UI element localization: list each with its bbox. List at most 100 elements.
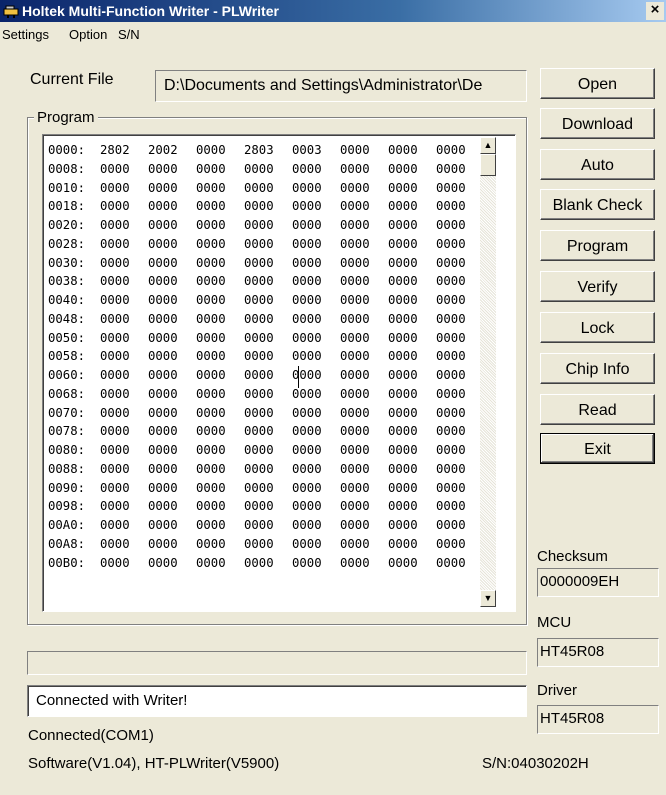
scrollbar-thumb[interactable]	[480, 154, 496, 176]
hex-row[interactable]: 0068: 0000 0000 0000 0000 0000 0000 0000 0000	[48, 385, 484, 404]
hex-word: 0000	[292, 218, 322, 232]
hex-word: 0000	[388, 461, 418, 476]
hex-word: 0000	[244, 424, 274, 439]
program-hex-view[interactable]: 0000: 2802 2002 0000 2803 0003 0000 0000 0000 000…	[42, 134, 516, 612]
verify-button[interactable]: Verify	[540, 271, 655, 302]
hex-word: 0000	[100, 349, 130, 364]
hex-row[interactable]: 0028: 0000 0000 0000 0000 0000 0000 0000 0000	[48, 235, 484, 254]
checksum-label: Checksum	[537, 548, 608, 565]
mcu-label: MCU	[537, 614, 572, 631]
driver-label: Driver	[537, 682, 577, 699]
message-box: Connected with Writer!	[27, 685, 527, 717]
hex-word: 0000	[244, 536, 274, 551]
hex-row[interactable]: 00B0: 0000 0000 0000 0000 0000 0000 0000 0000	[48, 554, 484, 573]
hex-row[interactable]: 0058: 0000 0000 0000 0000 0000 0000 0000 0000	[48, 347, 484, 366]
hex-word: 0000	[340, 143, 370, 157]
hex-word: 0000	[436, 143, 466, 157]
hex-address: 0008:	[48, 161, 86, 176]
lock-button[interactable]: Lock	[540, 312, 655, 343]
mcu-value: HT45R08	[540, 643, 605, 660]
hex-row[interactable]: 0010: 0000 0000 0000 0000 0000 0000 0000 0000	[48, 179, 484, 198]
hex-word: 0000	[436, 236, 466, 251]
read-button[interactable]: Read	[540, 394, 655, 425]
hex-row[interactable]: 0098: 0000 0000 0000 0000 0000 0000 0000 0000	[48, 497, 484, 516]
close-icon: ×	[650, 1, 660, 18]
hex-word: 0000	[244, 180, 274, 195]
hex-word: 0000	[148, 180, 178, 195]
download-button[interactable]: Download	[540, 108, 655, 139]
menu-option[interactable]: Option	[69, 27, 107, 42]
scroll-down-arrow-icon[interactable]: ▼	[480, 590, 496, 607]
blank-check-button[interactable]: Blank Check	[540, 189, 655, 220]
hex-row[interactable]: 0048: 0000 0000 0000 0000 0000 0000 0000 0000	[48, 310, 484, 329]
hex-row[interactable]: 0088: 0000 0000 0000 0000 0000 0000 0000 0000	[48, 460, 484, 479]
hex-row[interactable]: 0060: 0000 0000 0000 0000 0000 0000 0000 0000	[48, 366, 484, 385]
hex-word: 0000	[100, 330, 130, 345]
hex-row[interactable]: 0070: 0000 0000 0000 0000 0000 0000 0000 0000	[48, 404, 484, 423]
hex-word: 0000	[292, 480, 322, 495]
hex-row[interactable]: 0008: 0000 0000 0000 0000 0000 0000 0000 0000	[48, 160, 484, 179]
hex-word: 0000	[292, 293, 322, 307]
current-file-label: Current File	[30, 71, 114, 88]
hex-word: 0000	[244, 405, 274, 420]
hex-word: 2803	[244, 143, 274, 157]
close-button[interactable]: ×	[646, 2, 664, 20]
hex-row[interactable]: 0000: 2802 2002 0000 2803 0003 0000 0000 0000	[48, 141, 484, 160]
hex-word: 0000	[436, 536, 466, 551]
hex-word: 0000	[100, 293, 130, 307]
hex-address: 0090:	[48, 480, 86, 495]
hex-word: 2002	[148, 143, 178, 157]
hex-word: 0000	[148, 311, 178, 326]
hex-word: 0000	[436, 405, 466, 420]
title-bar[interactable]: Holtek Multi-Function Writer - PLWriter …	[0, 0, 666, 22]
hex-row[interactable]: 0078: 0000 0000 0000 0000 0000 0000 0000 0000	[48, 422, 484, 441]
auto-button[interactable]: Auto	[540, 149, 655, 180]
hex-row[interactable]: 0090: 0000 0000 0000 0000 0000 0000 0000 0000	[48, 479, 484, 498]
hex-word: 0000	[148, 161, 178, 176]
hex-word: 0000	[148, 461, 178, 476]
hex-address: 0060:	[48, 368, 86, 382]
mcu-field: HT45R08	[537, 638, 659, 667]
hex-row[interactable]: 0040: 0000 0000 0000 0000 0000 0000 0000 0000	[48, 291, 484, 310]
hex-row[interactable]: 0080: 0000 0000 0000 0000 0000 0000 0000 0000	[48, 441, 484, 460]
hex-word: 0000	[244, 236, 274, 251]
hex-row[interactable]: 0030: 0000 0000 0000 0000 0000 0000 0000 0000	[48, 254, 484, 273]
hex-word: 0000	[100, 443, 130, 457]
hex-word: 0000	[340, 349, 370, 364]
hex-row[interactable]: 00A0: 0000 0000 0000 0000 0000 0000 0000 0000	[48, 516, 484, 535]
hex-word: 0000	[100, 161, 130, 176]
hex-word: 0000	[148, 480, 178, 495]
open-button[interactable]: Open	[540, 68, 655, 99]
hex-word: 0000	[436, 443, 466, 457]
program-button[interactable]: Program	[540, 230, 655, 261]
vertical-scrollbar[interactable]: ▲ ▼	[480, 137, 496, 607]
hex-row[interactable]: 0018: 0000 0000 0000 0000 0000 0000 0000 0000	[48, 197, 484, 216]
chip-info-button[interactable]: Chip Info	[540, 353, 655, 384]
hex-row[interactable]: 00A8: 0000 0000 0000 0000 0000 0000 0000 0000	[48, 535, 484, 554]
current-file-field[interactable]: D:\Documents and Settings\Administrator\…	[155, 70, 527, 102]
hex-word: 0000	[244, 330, 274, 345]
hex-row[interactable]: 0050: 0000 0000 0000 0000 0000 0000 0000 0000	[48, 329, 484, 348]
hex-dump: 0000: 2802 2002 0000 2803 0003 0000 0000 0000 000…	[48, 141, 484, 572]
hex-row[interactable]: 0038: 0000 0000 0000 0000 0000 0000 0000 0000	[48, 272, 484, 291]
hex-word: 0000	[196, 518, 226, 532]
exit-button[interactable]: Exit	[540, 433, 655, 464]
hex-word: 0000	[388, 236, 418, 251]
menu-settings[interactable]: Settings	[2, 27, 49, 42]
hex-word: 0000	[436, 180, 466, 195]
hex-row[interactable]: 0020: 0000 0000 0000 0000 0000 0000 0000 0000	[48, 216, 484, 235]
hex-word: 0000	[244, 518, 274, 532]
hex-address: 0050:	[48, 330, 86, 345]
hex-address: 0010:	[48, 180, 86, 195]
hex-word: 0000	[196, 293, 226, 307]
hex-word: 0000	[100, 368, 130, 382]
scroll-up-arrow-icon[interactable]: ▲	[480, 137, 496, 154]
hex-word: 0000	[244, 480, 274, 495]
hex-word: 0000	[292, 274, 322, 289]
hex-word: 0000	[388, 274, 418, 289]
hex-word: 0000	[100, 555, 130, 570]
hex-word: 0000	[196, 424, 226, 439]
hex-address: 0018:	[48, 199, 86, 214]
menu-sn[interactable]: S/N	[118, 27, 140, 42]
hex-word: 0000	[388, 386, 418, 401]
